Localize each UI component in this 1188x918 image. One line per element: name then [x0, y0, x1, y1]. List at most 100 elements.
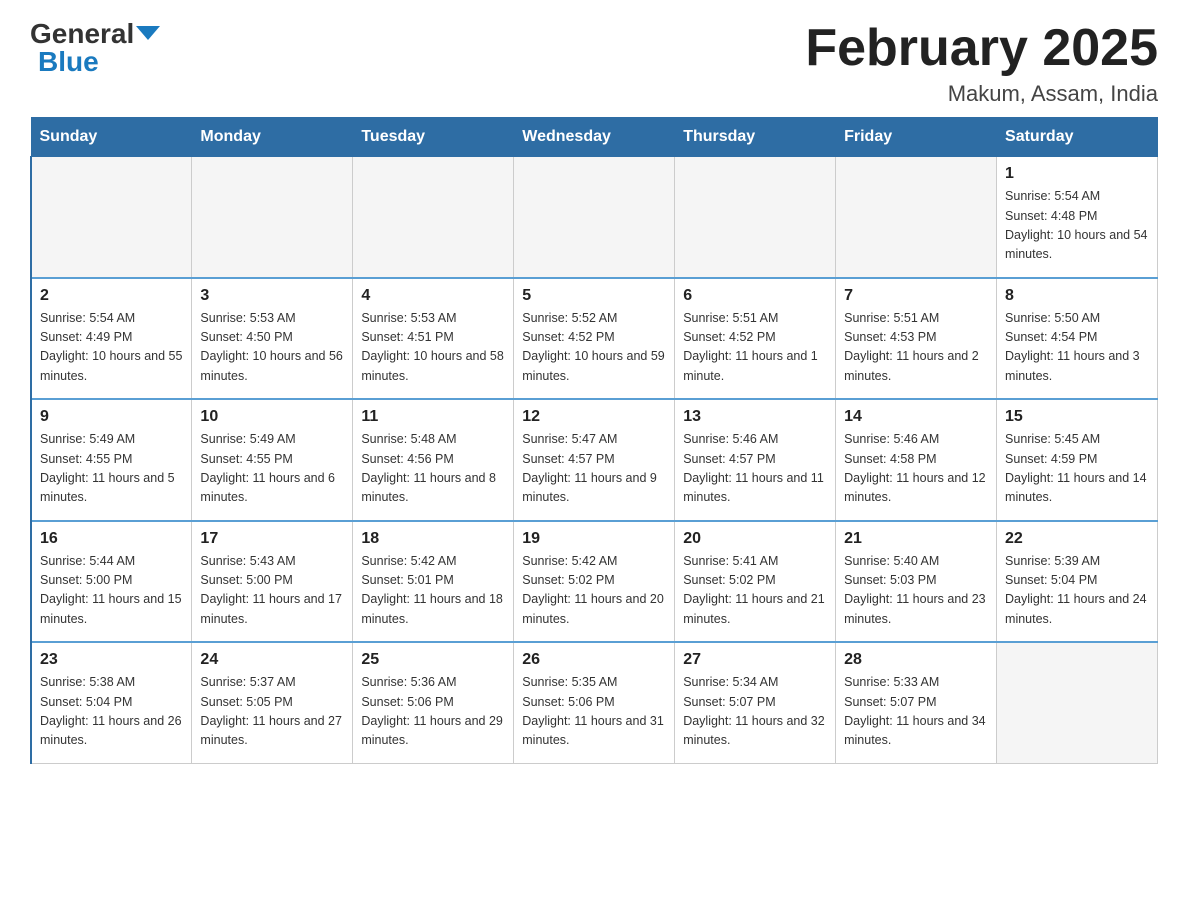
- calendar-week-4: 16 Sunrise: 5:44 AMSunset: 5:00 PMDayligh…: [31, 521, 1158, 643]
- day-number: 10: [200, 408, 344, 426]
- day-info: Sunrise: 5:49 AMSunset: 4:55 PMDaylight:…: [200, 430, 344, 508]
- day-info: Sunrise: 5:54 AMSunset: 4:48 PMDaylight:…: [1005, 187, 1149, 265]
- calendar-cell: 21 Sunrise: 5:40 AMSunset: 5:03 PMDayligh…: [836, 521, 997, 643]
- day-number: 17: [200, 530, 344, 548]
- calendar-cell: [997, 642, 1158, 763]
- calendar-cell: 1 Sunrise: 5:54 AMSunset: 4:48 PMDaylight…: [997, 157, 1158, 278]
- day-number: 23: [40, 651, 183, 669]
- logo: General Blue: [30, 20, 160, 76]
- day-number: 3: [200, 287, 344, 305]
- day-number: 16: [40, 530, 183, 548]
- calendar-week-1: 1 Sunrise: 5:54 AMSunset: 4:48 PMDaylight…: [31, 157, 1158, 278]
- day-number: 9: [40, 408, 183, 426]
- calendar-cell: 26 Sunrise: 5:35 AMSunset: 5:06 PMDayligh…: [514, 642, 675, 763]
- day-number: 22: [1005, 530, 1149, 548]
- day-number: 13: [683, 408, 827, 426]
- logo-blue-text: Blue: [38, 48, 99, 76]
- col-thursday: Thursday: [675, 118, 836, 157]
- day-info: Sunrise: 5:40 AMSunset: 5:03 PMDaylight:…: [844, 552, 988, 630]
- day-info: Sunrise: 5:34 AMSunset: 5:07 PMDaylight:…: [683, 673, 827, 751]
- col-monday: Monday: [192, 118, 353, 157]
- month-title: February 2025: [805, 20, 1158, 77]
- day-info: Sunrise: 5:41 AMSunset: 5:02 PMDaylight:…: [683, 552, 827, 630]
- day-number: 26: [522, 651, 666, 669]
- day-info: Sunrise: 5:47 AMSunset: 4:57 PMDaylight:…: [522, 430, 666, 508]
- calendar-cell: 20 Sunrise: 5:41 AMSunset: 5:02 PMDayligh…: [675, 521, 836, 643]
- day-info: Sunrise: 5:46 AMSunset: 4:57 PMDaylight:…: [683, 430, 827, 508]
- calendar-cell: 3 Sunrise: 5:53 AMSunset: 4:50 PMDaylight…: [192, 278, 353, 400]
- calendar-cell: 9 Sunrise: 5:49 AMSunset: 4:55 PMDaylight…: [31, 399, 192, 521]
- day-info: Sunrise: 5:37 AMSunset: 5:05 PMDaylight:…: [200, 673, 344, 751]
- day-info: Sunrise: 5:54 AMSunset: 4:49 PMDaylight:…: [40, 309, 183, 387]
- day-info: Sunrise: 5:39 AMSunset: 5:04 PMDaylight:…: [1005, 552, 1149, 630]
- day-info: Sunrise: 5:36 AMSunset: 5:06 PMDaylight:…: [361, 673, 505, 751]
- day-number: 2: [40, 287, 183, 305]
- logo-triangle-icon: [136, 26, 160, 40]
- calendar-cell: 12 Sunrise: 5:47 AMSunset: 4:57 PMDayligh…: [514, 399, 675, 521]
- day-number: 4: [361, 287, 505, 305]
- day-info: Sunrise: 5:49 AMSunset: 4:55 PMDaylight:…: [40, 430, 183, 508]
- calendar-cell: 2 Sunrise: 5:54 AMSunset: 4:49 PMDaylight…: [31, 278, 192, 400]
- day-info: Sunrise: 5:53 AMSunset: 4:51 PMDaylight:…: [361, 309, 505, 387]
- day-info: Sunrise: 5:50 AMSunset: 4:54 PMDaylight:…: [1005, 309, 1149, 387]
- day-number: 12: [522, 408, 666, 426]
- calendar-cell: 16 Sunrise: 5:44 AMSunset: 5:00 PMDayligh…: [31, 521, 192, 643]
- calendar-cell: 10 Sunrise: 5:49 AMSunset: 4:55 PMDayligh…: [192, 399, 353, 521]
- day-info: Sunrise: 5:42 AMSunset: 5:01 PMDaylight:…: [361, 552, 505, 630]
- col-wednesday: Wednesday: [514, 118, 675, 157]
- calendar-cell: [192, 157, 353, 278]
- col-sunday: Sunday: [31, 118, 192, 157]
- day-info: Sunrise: 5:33 AMSunset: 5:07 PMDaylight:…: [844, 673, 988, 751]
- col-tuesday: Tuesday: [353, 118, 514, 157]
- day-info: Sunrise: 5:46 AMSunset: 4:58 PMDaylight:…: [844, 430, 988, 508]
- day-number: 8: [1005, 287, 1149, 305]
- day-number: 1: [1005, 165, 1149, 183]
- calendar-table: Sunday Monday Tuesday Wednesday Thursday…: [30, 117, 1158, 764]
- calendar-cell: 6 Sunrise: 5:51 AMSunset: 4:52 PMDaylight…: [675, 278, 836, 400]
- calendar-cell: [836, 157, 997, 278]
- calendar-week-5: 23Sunrise: 5:38 AMSunset: 5:04 PMDayligh…: [31, 642, 1158, 763]
- title-block: February 2025 Makum, Assam, India: [805, 20, 1158, 107]
- day-number: 21: [844, 530, 988, 548]
- logo-general-text: General: [30, 20, 134, 48]
- calendar-cell: 28 Sunrise: 5:33 AMSunset: 5:07 PMDayligh…: [836, 642, 997, 763]
- location-title: Makum, Assam, India: [805, 81, 1158, 107]
- calendar-cell: [31, 157, 192, 278]
- col-saturday: Saturday: [997, 118, 1158, 157]
- day-number: 19: [522, 530, 666, 548]
- day-info: Sunrise: 5:53 AMSunset: 4:50 PMDaylight:…: [200, 309, 344, 387]
- day-info: Sunrise: 5:44 AMSunset: 5:00 PMDaylight:…: [40, 552, 183, 630]
- calendar-cell: 15Sunrise: 5:45 AMSunset: 4:59 PMDayligh…: [997, 399, 1158, 521]
- day-info: Sunrise: 5:51 AMSunset: 4:53 PMDaylight:…: [844, 309, 988, 387]
- calendar-cell: [675, 157, 836, 278]
- calendar-cell: 4 Sunrise: 5:53 AMSunset: 4:51 PMDaylight…: [353, 278, 514, 400]
- col-friday: Friday: [836, 118, 997, 157]
- day-info: Sunrise: 5:51 AMSunset: 4:52 PMDaylight:…: [683, 309, 827, 387]
- calendar-cell: 17 Sunrise: 5:43 AMSunset: 5:00 PMDayligh…: [192, 521, 353, 643]
- calendar-cell: 19Sunrise: 5:42 AMSunset: 5:02 PMDayligh…: [514, 521, 675, 643]
- calendar-cell: 11Sunrise: 5:48 AMSunset: 4:56 PMDayligh…: [353, 399, 514, 521]
- calendar-cell: [353, 157, 514, 278]
- calendar-cell: 13 Sunrise: 5:46 AMSunset: 4:57 PMDayligh…: [675, 399, 836, 521]
- day-info: Sunrise: 5:45 AMSunset: 4:59 PMDaylight:…: [1005, 430, 1149, 508]
- day-number: 24: [200, 651, 344, 669]
- day-number: 27: [683, 651, 827, 669]
- day-number: 14: [844, 408, 988, 426]
- day-info: Sunrise: 5:43 AMSunset: 5:00 PMDaylight:…: [200, 552, 344, 630]
- day-number: 28: [844, 651, 988, 669]
- calendar-cell: [514, 157, 675, 278]
- day-info: Sunrise: 5:52 AMSunset: 4:52 PMDaylight:…: [522, 309, 666, 387]
- day-number: 7: [844, 287, 988, 305]
- day-number: 20: [683, 530, 827, 548]
- calendar-cell: 8 Sunrise: 5:50 AMSunset: 4:54 PMDaylight…: [997, 278, 1158, 400]
- calendar-week-3: 9 Sunrise: 5:49 AMSunset: 4:55 PMDaylight…: [31, 399, 1158, 521]
- day-info: Sunrise: 5:35 AMSunset: 5:06 PMDaylight:…: [522, 673, 666, 751]
- calendar-cell: 7 Sunrise: 5:51 AMSunset: 4:53 PMDaylight…: [836, 278, 997, 400]
- header-row: Sunday Monday Tuesday Wednesday Thursday…: [31, 118, 1158, 157]
- calendar-cell: 22 Sunrise: 5:39 AMSunset: 5:04 PMDayligh…: [997, 521, 1158, 643]
- calendar-cell: 23Sunrise: 5:38 AMSunset: 5:04 PMDayligh…: [31, 642, 192, 763]
- day-number: 6: [683, 287, 827, 305]
- calendar-cell: 25Sunrise: 5:36 AMSunset: 5:06 PMDayligh…: [353, 642, 514, 763]
- calendar-cell: 24 Sunrise: 5:37 AMSunset: 5:05 PMDayligh…: [192, 642, 353, 763]
- day-info: Sunrise: 5:48 AMSunset: 4:56 PMDaylight:…: [361, 430, 505, 508]
